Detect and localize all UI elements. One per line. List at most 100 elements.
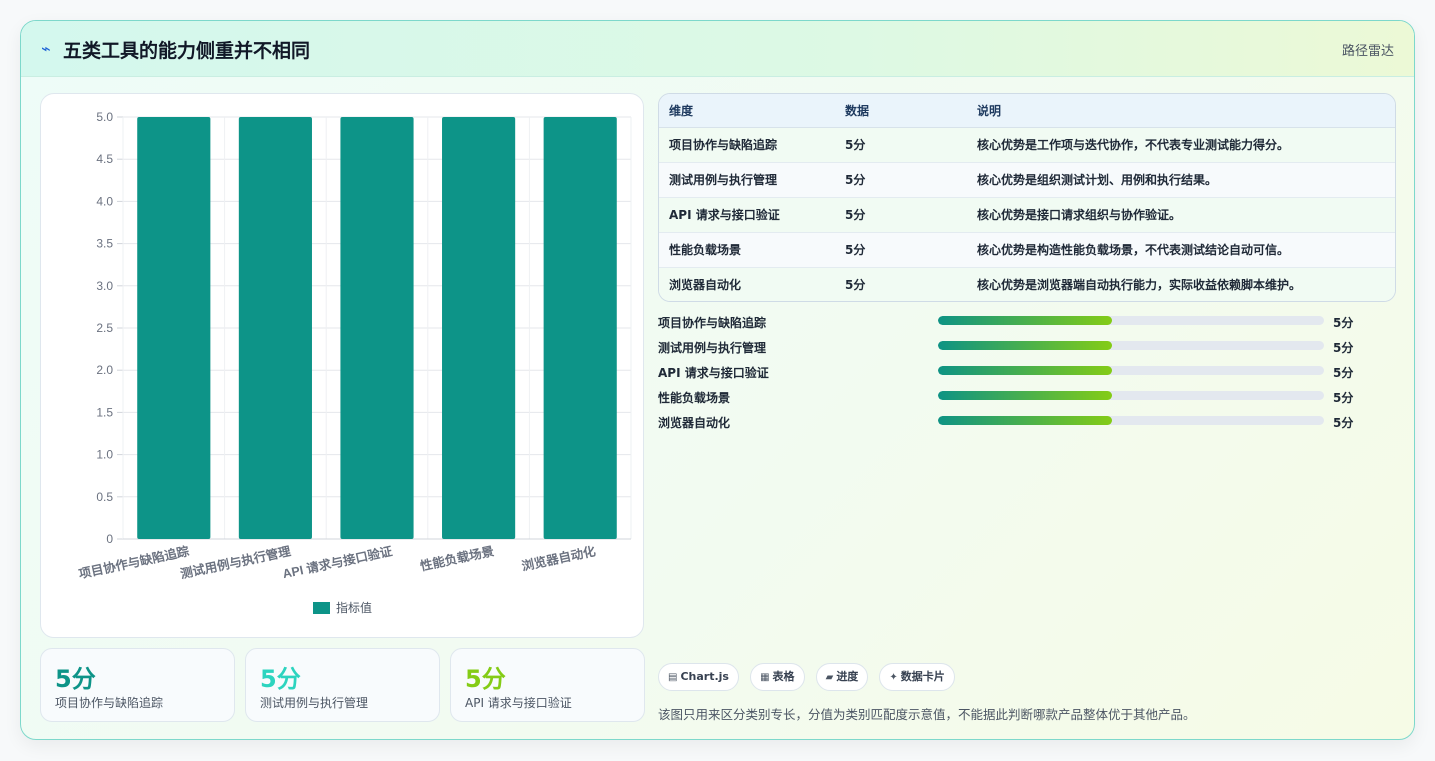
bar [238, 117, 312, 539]
progress-fill [938, 366, 1112, 375]
bar-chart: 0 0.5 1.0 1.5 2.0 2.5 3.0 3.5 4.0 4.5 5.0 项目协作与缺陷追踪… [77, 110, 632, 615]
pulse-icon: ⌁ [41, 39, 51, 58]
table-cell: 核心优势是工作项与迭代协作，不代表专业测试能力得分。 [967, 127, 1395, 163]
progress-fill [938, 391, 1112, 400]
y-tick-label: 0 [106, 532, 113, 546]
bar [340, 117, 414, 539]
kpi-value: 5分 [55, 665, 96, 693]
table-row: API 请求与接口验证 5分 核心优势是接口请求组织与协作验证。 [659, 197, 1395, 233]
legend-label: 指标值 [336, 600, 372, 615]
table-row: 性能负载场景 5分 核心优势是构造性能负载场景，不代表测试结论自动可信。 [659, 232, 1395, 268]
table-cell: 5分 [835, 232, 967, 268]
y-tick-label: 0.5 [96, 490, 113, 504]
x-tick-label: 性能负载场景 [418, 543, 496, 574]
chip-label: 表格 [772, 670, 795, 683]
table-cell: 项目协作与缺陷追踪 [659, 127, 835, 163]
kpi-card: 5分 测试用例与执行管理 [245, 648, 440, 722]
progress-track [938, 341, 1324, 350]
table-header-cell: 维度 [659, 94, 835, 128]
progress-row: 测试用例与执行管理 5分 [658, 337, 1396, 362]
progress-value: 5分 [1333, 316, 1354, 330]
table-cell: 5分 [835, 127, 967, 163]
bar [137, 117, 211, 539]
y-tick-label: 3.0 [96, 279, 113, 293]
footnote: 该图只用来区分类别专长，分值为类别匹配度示意值，不能据此判断哪款产品整体优于其他… [658, 707, 1196, 722]
page-title: 五类工具的能力侧重并不相同 [63, 40, 311, 62]
kpi-label: 测试用例与执行管理 [260, 696, 369, 710]
y-tick-label: 4.5 [96, 152, 113, 166]
main-card: ⌁ 五类工具的能力侧重并不相同 路径雷达 0 0.5 1.0 1.5 2.0 2.5 3.0… [20, 20, 1415, 740]
chip-table[interactable]: ▦ 表格 [750, 663, 805, 691]
chip-label: 进度 [836, 670, 859, 683]
bar [543, 117, 617, 539]
progress-label: 项目协作与缺陷追踪 [658, 316, 767, 330]
y-tick-label: 5.0 [96, 110, 113, 124]
y-tick-label: 2.0 [96, 363, 113, 377]
progress-value: 5分 [1333, 341, 1354, 355]
kpi-card: 5分 项目协作与缺陷追踪 [40, 648, 235, 722]
y-tick-label: 1.5 [96, 405, 113, 419]
sparkle-icon: ✦ [889, 672, 898, 683]
x-tick-label: 测试用例与执行管理 [179, 543, 293, 581]
kpi-label: 项目协作与缺陷追踪 [55, 696, 164, 710]
data-table: 维度 数据 说明 项目协作与缺陷追踪 5分 核心优势是工作项与迭代协作，不代表专… [658, 93, 1396, 302]
progress-label: 性能负载场景 [658, 391, 731, 405]
table-header-cell: 说明 [967, 94, 1395, 128]
table-cell: 5分 [835, 197, 967, 233]
progress-row: 性能负载场景 5分 [658, 387, 1396, 412]
y-tick-label: 2.5 [96, 321, 113, 335]
progress-row: 浏览器自动化 5分 [658, 412, 1396, 437]
chip-bar: ▤ Chart.js ▦ 表格 ▰ 进度 ✦ 数据卡片 [658, 663, 961, 691]
progress-label: 测试用例与执行管理 [658, 341, 767, 355]
table-cell: 5分 [835, 267, 967, 301]
table-cell: 性能负载场景 [659, 232, 835, 268]
table-cell: 浏览器自动化 [659, 267, 835, 301]
progress-list: 项目协作与缺陷追踪 5分 测试用例与执行管理 5分 API 请求与接口验证 5分… [658, 312, 1396, 437]
progress-track [938, 391, 1324, 400]
table-icon: ▦ [760, 672, 770, 683]
table-cell: 核心优势是接口请求组织与协作验证。 [967, 197, 1395, 233]
legend-swatch [313, 602, 330, 614]
progress-value: 5分 [1333, 416, 1354, 430]
bar [442, 117, 516, 539]
progress-track [938, 316, 1324, 325]
kpi-value: 5分 [465, 665, 506, 693]
progress-fill [938, 416, 1112, 425]
chip-progress[interactable]: ▰ 进度 [815, 663, 869, 691]
progress-track [938, 366, 1324, 375]
progress-fill [938, 341, 1112, 350]
kpi-value: 5分 [260, 665, 301, 693]
kpi-card: 5分 API 请求与接口验证 [450, 648, 645, 722]
table-cell: 核心优势是构造性能负载场景，不代表测试结论自动可信。 [967, 232, 1395, 268]
table-row: 测试用例与执行管理 5分 核心优势是组织测试计划、用例和执行结果。 [659, 162, 1395, 198]
table-header-cell: 数据 [835, 94, 967, 128]
progress-label: 浏览器自动化 [658, 416, 731, 430]
chip-chartjs[interactable]: ▤ Chart.js [658, 663, 739, 691]
chip-label: 数据卡片 [900, 670, 945, 683]
progress-row: API 请求与接口验证 5分 [658, 362, 1396, 387]
progress-value: 5分 [1333, 366, 1354, 380]
table-cell: 核心优势是浏览器端自动执行能力，实际收益依赖脚本维护。 [967, 267, 1395, 301]
progress-fill [938, 316, 1112, 325]
x-tick-label: 项目协作与缺陷追踪 [77, 543, 191, 581]
table-header-row: 维度 数据 说明 [659, 94, 1395, 128]
table-cell: 测试用例与执行管理 [659, 162, 835, 198]
table-row: 项目协作与缺陷追踪 5分 核心优势是工作项与迭代协作，不代表专业测试能力得分。 [659, 127, 1395, 163]
table-cell: API 请求与接口验证 [659, 197, 835, 233]
chip-data-card[interactable]: ✦ 数据卡片 [879, 663, 955, 691]
chip-label: Chart.js [680, 670, 729, 683]
y-tick-label: 1.0 [96, 448, 113, 462]
y-tick-label: 4.0 [96, 194, 113, 208]
y-tick-label: 3.5 [96, 237, 113, 251]
table-cell: 5分 [835, 162, 967, 198]
bar-chart-panel: 0 0.5 1.0 1.5 2.0 2.5 3.0 3.5 4.0 4.5 5.0 项目协作与缺陷追踪… [40, 93, 644, 638]
progress-label: API 请求与接口验证 [658, 366, 769, 380]
table-cell: 核心优势是组织测试计划、用例和执行结果。 [967, 162, 1395, 198]
chart-icon: ▤ [668, 672, 678, 683]
header-right-label: 路径雷达 [1341, 44, 1394, 59]
kpi-label: API 请求与接口验证 [465, 696, 572, 710]
progress-icon: ▰ [825, 672, 834, 683]
progress-value: 5分 [1333, 391, 1354, 405]
card-header: ⌁ 五类工具的能力侧重并不相同 路径雷达 [21, 21, 1414, 77]
table-row: 浏览器自动化 5分 核心优势是浏览器端自动执行能力，实际收益依赖脚本维护。 [659, 267, 1395, 301]
